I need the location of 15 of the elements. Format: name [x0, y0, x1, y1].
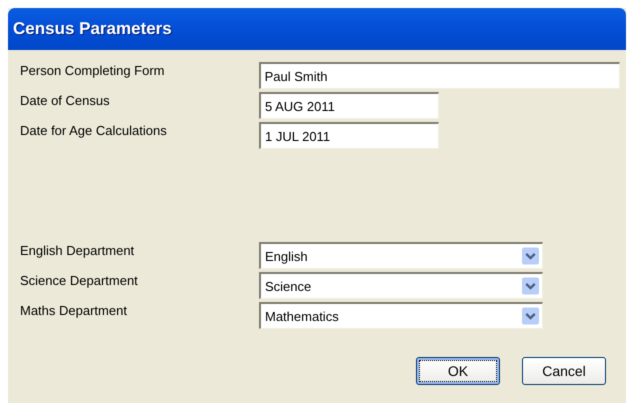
- field-label: Person Completing Form: [20, 62, 166, 78]
- dropdown[interactable]: Mathematics: [259, 302, 543, 329]
- dropdown[interactable]: Science: [259, 272, 543, 299]
- field-label: English Department: [20, 242, 136, 258]
- cancel-button[interactable]: Cancel: [522, 357, 606, 385]
- ok-button[interactable]: OK: [416, 357, 500, 385]
- date-field[interactable]: 5 AUG 2011: [259, 92, 439, 119]
- input-field[interactable]: Paul Smith: [258, 62, 620, 89]
- date-field[interactable]: 1 JUL 2011: [259, 122, 439, 149]
- field-label: Maths Department: [20, 302, 128, 318]
- field-label: Science Department: [20, 272, 139, 288]
- dropdown[interactable]: English: [259, 242, 543, 269]
- field-label: Date of Census: [20, 92, 111, 108]
- field-label: Date for Age Calculations: [20, 122, 168, 138]
- window-title: Census Parameters: [13, 19, 172, 39]
